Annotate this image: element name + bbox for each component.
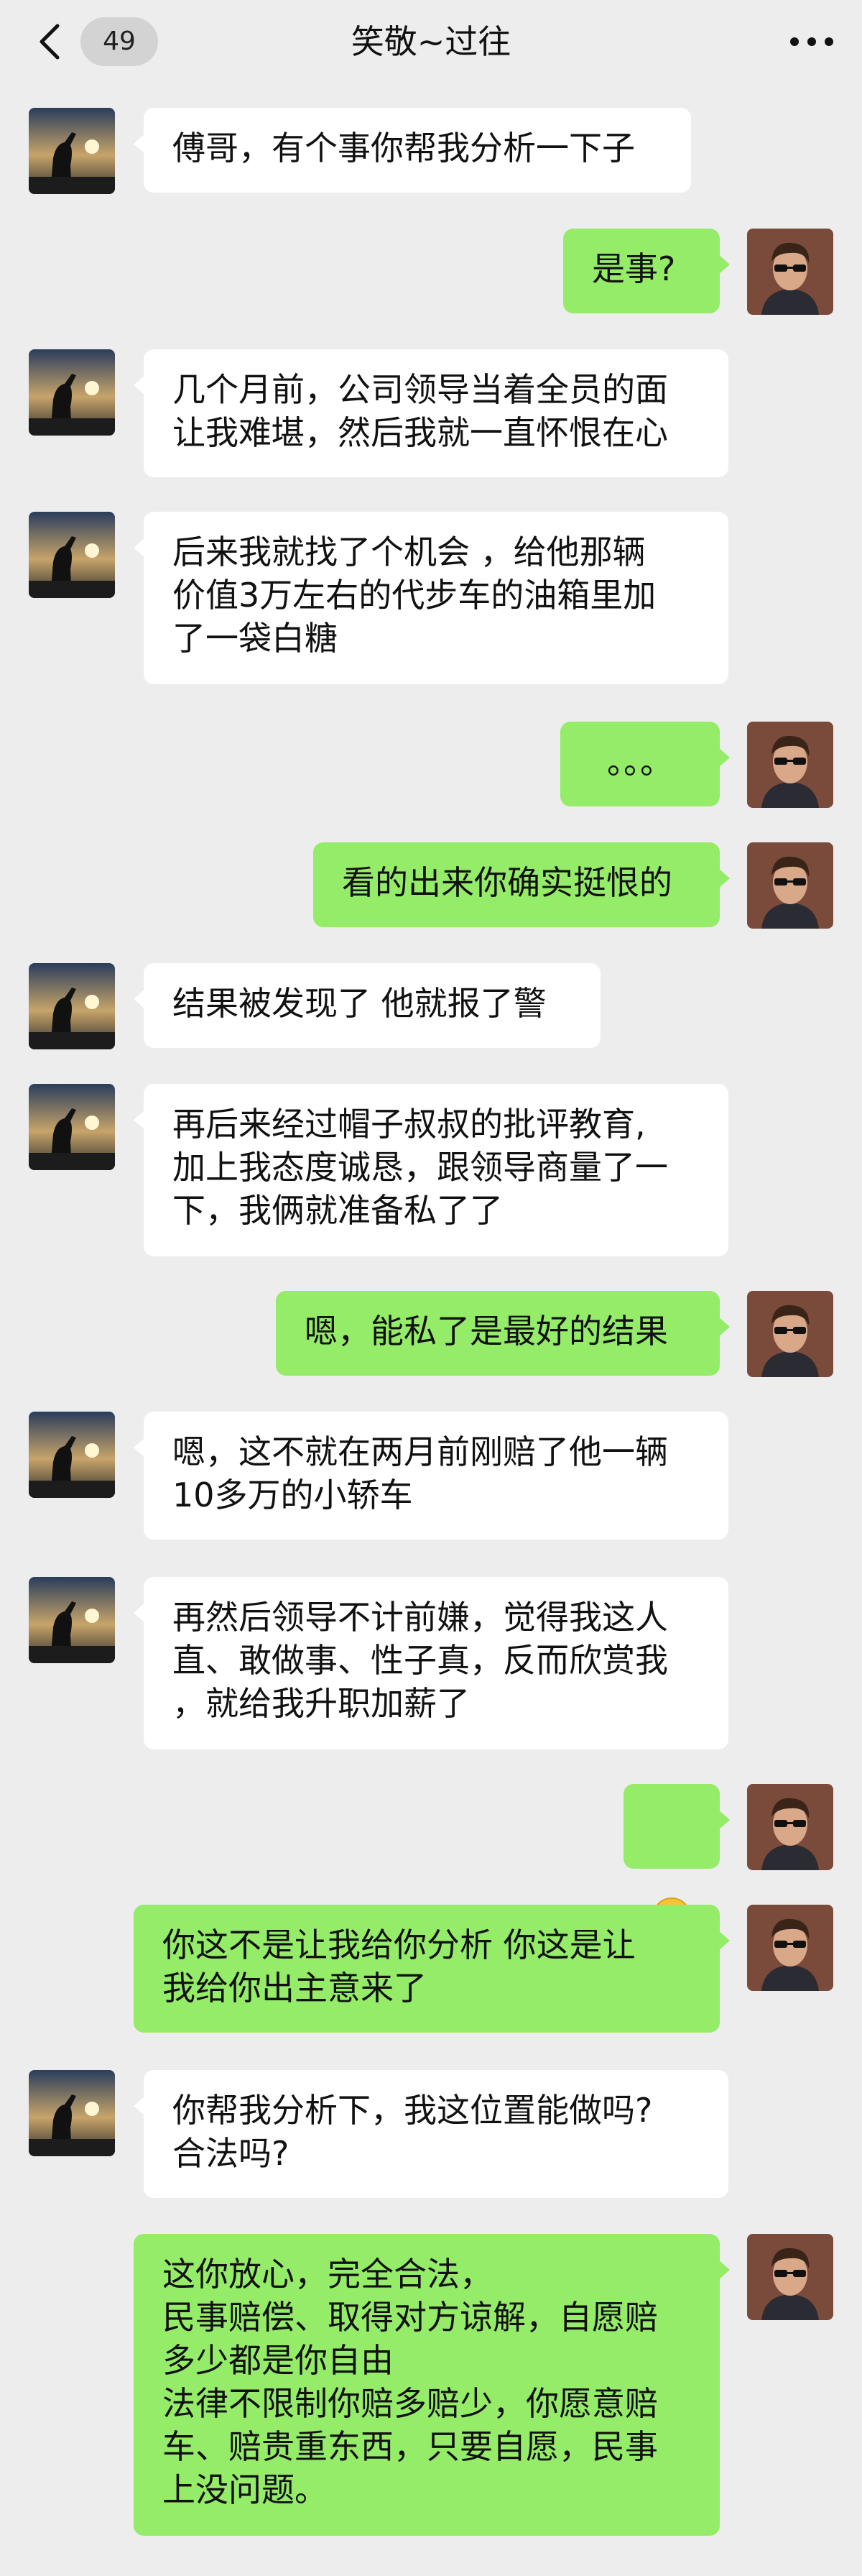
contact-avatar[interactable] bbox=[29, 108, 115, 194]
message-bubble-outgoing[interactable]: 看的出来你确实挺恨的 bbox=[313, 842, 730, 927]
message-bubble-outgoing[interactable]: 你这不是让我给你分析 你这是让 我给你出主意来了 bbox=[134, 1905, 730, 2033]
self-avatar-icon bbox=[747, 1905, 833, 1991]
message-bubble-outgoing[interactable]: 。。。 bbox=[560, 722, 730, 806]
contact-avatar[interactable] bbox=[29, 963, 115, 1049]
message-bubble-incoming[interactable]: 结果被发现了 他就报了警 bbox=[134, 963, 601, 1048]
self-avatar[interactable] bbox=[747, 1905, 833, 1991]
contact-avatar-icon bbox=[29, 963, 115, 1049]
self-avatar-icon bbox=[747, 722, 833, 808]
self-avatar[interactable] bbox=[747, 229, 833, 315]
contact-avatar[interactable] bbox=[29, 1577, 115, 1663]
contact-avatar-icon bbox=[29, 1577, 115, 1663]
message-bubble-incoming[interactable]: 再然后领导不计前嫌，觉得我这人 直、敢做事、性子真，反而欣赏我 ，就给我升职加薪… bbox=[134, 1577, 728, 1749]
contact-avatar-icon bbox=[29, 1084, 115, 1170]
self-avatar-icon bbox=[747, 229, 833, 315]
message-bubble-incoming[interactable]: 你帮我分析下，我这位置能做吗? 合法吗? bbox=[134, 2070, 728, 2198]
contact-avatar-icon bbox=[29, 512, 115, 598]
contact-avatar[interactable] bbox=[29, 1412, 115, 1498]
contact-avatar-icon bbox=[29, 108, 115, 194]
self-avatar-icon bbox=[747, 2234, 833, 2320]
message-bubble-outgoing[interactable]: 这你放心，完全合法， 民事赔偿、取得对方谅解，自愿赔 多少都是你自由 法律不限制… bbox=[134, 2234, 730, 2536]
more-dots-icon[interactable] bbox=[783, 22, 840, 62]
self-avatar[interactable] bbox=[747, 1784, 833, 1870]
message-bubble-outgoing[interactable]: 是事? bbox=[563, 229, 730, 313]
contact-avatar-icon bbox=[29, 349, 115, 436]
chat-title: 笑敬~过往 bbox=[351, 22, 511, 61]
message-bubble-incoming[interactable]: 再后来经过帽子叔叔的批评教育, 加上我态度诚恳，跟领导商量了一 下，我俩就准备私… bbox=[134, 1084, 728, 1256]
self-avatar-icon bbox=[747, 1784, 833, 1870]
contact-avatar[interactable] bbox=[29, 512, 115, 598]
contact-avatar[interactable] bbox=[29, 2070, 115, 2156]
self-avatar[interactable] bbox=[747, 722, 833, 808]
message-bubble-incoming[interactable]: 嗯，这不就在两月前刚赔了他一辆 10多万的小轿车 bbox=[134, 1412, 728, 1540]
contact-avatar[interactable] bbox=[29, 349, 115, 436]
message-bubble-incoming[interactable]: 几个月前，公司领导当着全员的面 让我难堪，然后我就一直怀恨在心 bbox=[134, 349, 728, 477]
message-bubble-outgoing-emoji[interactable] bbox=[624, 1784, 730, 1936]
self-avatar[interactable] bbox=[747, 842, 833, 929]
message-bubble-outgoing[interactable]: 嗯，能私了是最好的结果 bbox=[276, 1291, 730, 1376]
top-bar: 49 笑敬~过往 bbox=[0, 0, 862, 85]
self-avatar[interactable] bbox=[747, 1291, 833, 1377]
contact-avatar-icon bbox=[29, 2070, 115, 2156]
message-bubble-incoming[interactable]: 后来我就找了个机会 ，给他那辆 价值3万左右的代步车的油箱里加 了一袋白糖 bbox=[134, 512, 728, 684]
self-avatar-icon bbox=[747, 1291, 833, 1377]
contact-avatar[interactable] bbox=[29, 1084, 115, 1170]
back-chevron-icon[interactable] bbox=[30, 20, 73, 63]
message-bubble-incoming[interactable]: 傅哥，有个事你帮我分析一下子 bbox=[134, 108, 691, 193]
contact-avatar-icon bbox=[29, 1412, 115, 1498]
self-avatar[interactable] bbox=[747, 2234, 833, 2320]
unread-count-badge[interactable]: 49 bbox=[80, 17, 158, 66]
self-avatar-icon bbox=[747, 842, 833, 929]
